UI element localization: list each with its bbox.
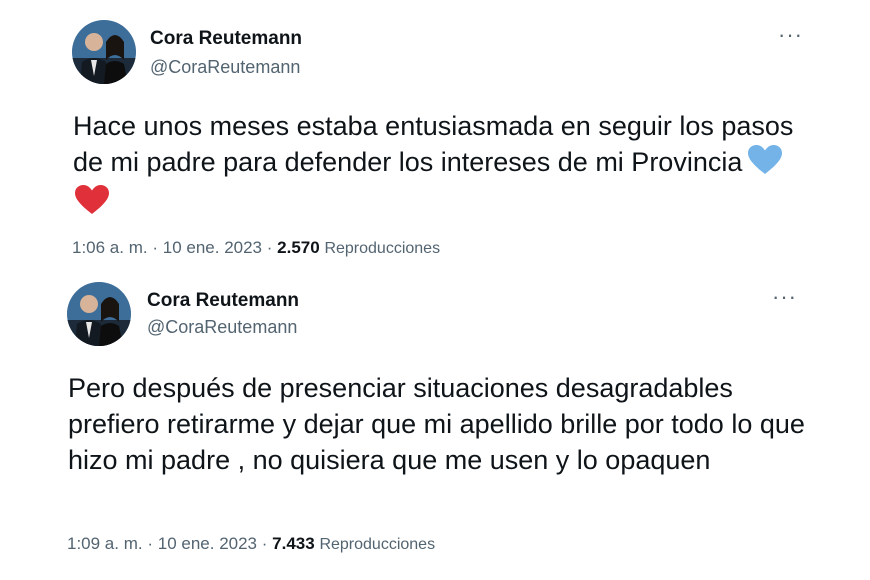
author-name[interactable]: Cora Reutemann <box>147 290 299 312</box>
tweet-date[interactable]: 10 ene. 2023 <box>158 534 257 553</box>
tweet-meta: 1:09 a. m. · 10 ene. 2023 · 7.433 Reprod… <box>67 534 435 554</box>
separator: · <box>147 534 154 553</box>
avatar[interactable] <box>72 20 136 84</box>
separator: · <box>261 534 268 553</box>
author-handle[interactable]: @CoraReutemann <box>147 317 297 338</box>
avatar[interactable] <box>67 282 131 346</box>
light-blue-heart-icon <box>748 145 783 184</box>
tweet[interactable]: Cora Reutemann @CoraReutemann ··· Pero d… <box>0 282 870 580</box>
view-count: 7.433 <box>272 534 315 553</box>
views-label: Reproducciones <box>324 240 441 257</box>
tweet-text: Hace unos meses estaba entusiasmada en s… <box>73 108 813 224</box>
tweet-time[interactable]: 1:06 a. m. <box>72 238 148 257</box>
more-options-icon[interactable]: ··· <box>778 24 803 46</box>
tweet[interactable]: Cora Reutemann @CoraReutemann ··· Hace u… <box>0 0 870 290</box>
separator: · <box>266 238 273 257</box>
views-label: Reproducciones <box>319 536 436 553</box>
tweet-date[interactable]: 10 ene. 2023 <box>163 238 262 257</box>
tweet-time[interactable]: 1:09 a. m. <box>67 534 143 553</box>
red-heart-icon <box>75 185 109 224</box>
tweet-meta: 1:06 a. m. · 10 ene. 2023 · 2.570 Reprod… <box>72 238 440 258</box>
more-options-icon[interactable]: ··· <box>772 286 797 308</box>
tweet-text: Pero después de presenciar situaciones d… <box>68 373 805 475</box>
author-handle[interactable]: @CoraReutemann <box>150 57 300 78</box>
tweet-text-content: Hace unos meses estaba entusiasmada en s… <box>73 111 794 177</box>
view-count: 2.570 <box>277 238 320 257</box>
author-name[interactable]: Cora Reutemann <box>150 28 302 50</box>
separator: · <box>152 238 159 257</box>
